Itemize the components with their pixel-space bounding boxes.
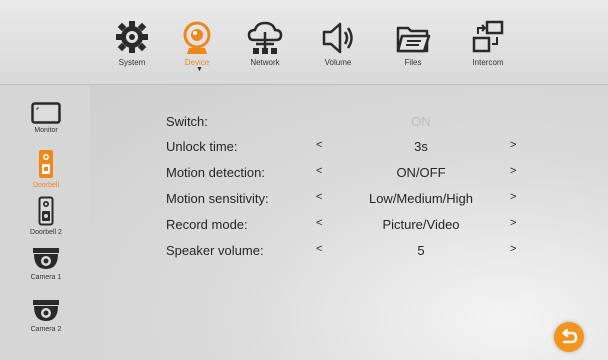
tab-network[interactable]: Network xyxy=(230,18,300,78)
setting-row-motion-detection[interactable]: Motion detection: < ON/OFF > xyxy=(166,162,536,184)
setting-label: Unlock time: xyxy=(166,139,238,154)
setting-value: 5 xyxy=(417,243,425,258)
monitor-icon xyxy=(31,102,61,124)
tab-intercom[interactable]: Intercom xyxy=(453,18,523,78)
setting-label: Record mode: xyxy=(166,217,248,232)
tab-label: System xyxy=(118,58,146,67)
setting-value: Low/Medium/High xyxy=(368,191,474,206)
setting-row-record-mode[interactable]: Record mode: < Picture/Video > xyxy=(166,214,536,236)
return-arrow-icon xyxy=(562,328,578,344)
setting-value: ON/OFF xyxy=(396,165,446,180)
intercom-icon xyxy=(472,20,504,53)
folder-icon xyxy=(396,26,431,53)
prev-value-arrow[interactable]: < xyxy=(316,217,322,229)
doorbell-icon xyxy=(38,196,54,226)
back-button[interactable] xyxy=(554,322,584,352)
setting-row-motion-sensitivity[interactable]: Motion sensitivity: < Low/Medium/High > xyxy=(166,188,536,210)
doorbell-icon xyxy=(39,150,53,178)
active-tab-indicator: ▼ xyxy=(196,66,203,73)
prev-value-arrow[interactable]: < xyxy=(316,243,322,255)
network-cloud-icon xyxy=(247,21,283,54)
speaker-icon xyxy=(322,22,353,54)
gear-icon xyxy=(116,21,148,53)
sidebar-item-label: Camera 2 xyxy=(30,326,62,333)
prev-value-arrow[interactable]: < xyxy=(316,165,322,177)
tab-files[interactable]: Files xyxy=(378,18,448,78)
camera-icon xyxy=(183,21,211,54)
dome-camera-icon xyxy=(33,300,59,321)
sidebar-item-label: Monitor xyxy=(34,127,58,134)
top-tab-bar: System Device ▼ Network Volume Files Int… xyxy=(0,0,608,84)
setting-label: Motion sensitivity: xyxy=(166,191,269,206)
sidebar-item-label: Doorbell xyxy=(32,182,60,189)
setting-label: Motion detection: xyxy=(166,165,266,180)
setting-value: Picture/Video xyxy=(382,217,460,232)
prev-value-arrow[interactable]: < xyxy=(316,139,322,151)
sidebar-item-label: Doorbell 2 xyxy=(30,229,62,236)
setting-label: Switch: xyxy=(166,114,208,129)
next-value-arrow[interactable]: > xyxy=(510,243,516,255)
setting-value: 3s xyxy=(414,139,428,154)
tab-system[interactable]: System xyxy=(97,18,167,78)
sidebar-item-doorbell[interactable]: Doorbell xyxy=(20,149,72,189)
sidebar-item-doorbell-2[interactable]: Doorbell 2 xyxy=(20,196,72,236)
sidebar-item-monitor[interactable]: Monitor xyxy=(20,102,72,134)
prev-value-arrow[interactable]: < xyxy=(316,191,322,203)
setting-row-switch[interactable]: Switch: ON xyxy=(166,111,536,133)
dome-camera-icon xyxy=(33,248,59,269)
tab-volume[interactable]: Volume xyxy=(303,18,373,78)
setting-row-speaker-volume[interactable]: Speaker volume: < 5 > xyxy=(166,240,536,262)
tab-label: Intercom xyxy=(472,58,504,67)
sidebar-item-camera-2[interactable]: Camera 2 xyxy=(20,299,72,333)
tab-label: Network xyxy=(250,58,280,67)
tab-label: Volume xyxy=(324,58,352,67)
tab-label: Files xyxy=(404,58,422,67)
next-value-arrow[interactable]: > xyxy=(510,217,516,229)
device-sidebar: Monitor Doorbell Doorbell 2 Camera 1 Cam… xyxy=(0,85,90,360)
settings-panel: Switch: ON Unlock time: < 3s > Motion de… xyxy=(90,85,608,360)
sidebar-item-label: Camera 1 xyxy=(30,274,62,281)
next-value-arrow[interactable]: > xyxy=(510,165,516,177)
setting-value: ON xyxy=(411,114,431,129)
next-value-arrow[interactable]: > xyxy=(510,191,516,203)
sidebar-item-camera-1[interactable]: Camera 1 xyxy=(20,247,72,281)
next-value-arrow[interactable]: > xyxy=(510,139,516,151)
setting-label: Speaker volume: xyxy=(166,243,264,258)
setting-row-unlock-time[interactable]: Unlock time: < 3s > xyxy=(166,136,536,158)
